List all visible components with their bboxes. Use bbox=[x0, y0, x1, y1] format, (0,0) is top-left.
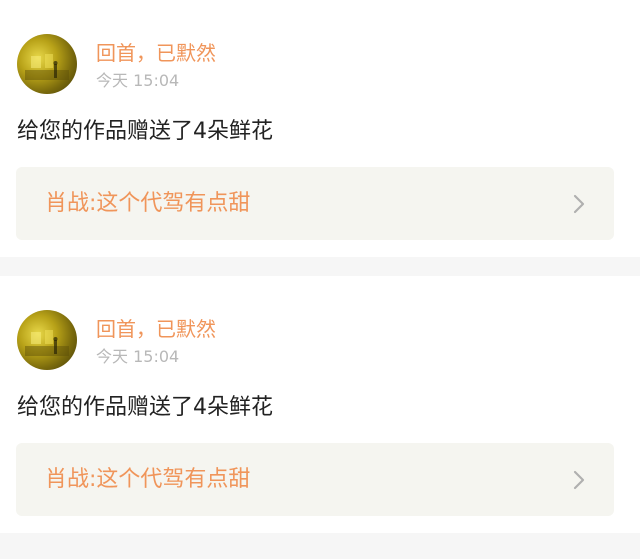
username[interactable]: 回首，已默然 bbox=[96, 40, 216, 66]
notification-card: 回首，已默然 今天 15:04 给您的作品赠送了4朵鲜花 肖战:这个代驾有点甜 bbox=[0, 0, 640, 257]
work-link[interactable]: 肖战:这个代驾有点甜 bbox=[16, 443, 614, 516]
notification-feed: 回首，已默然 今天 15:04 给您的作品赠送了4朵鲜花 肖战:这个代驾有点甜 … bbox=[0, 0, 640, 533]
avatar-image bbox=[25, 54, 69, 80]
notification-card: 回首，已默然 今天 15:04 给您的作品赠送了4朵鲜花 肖战:这个代驾有点甜 bbox=[0, 276, 640, 533]
username[interactable]: 回首，已默然 bbox=[96, 316, 216, 342]
avatar[interactable] bbox=[17, 310, 77, 370]
work-title: 肖战:这个代驾有点甜 bbox=[45, 467, 251, 492]
work-link[interactable]: 肖战:这个代驾有点甜 bbox=[16, 167, 614, 240]
chevron-right-icon bbox=[572, 193, 586, 215]
avatar-image bbox=[25, 330, 69, 356]
avatar[interactable] bbox=[17, 34, 77, 94]
chevron-right-icon bbox=[572, 469, 586, 491]
notification-message: 给您的作品赠送了4朵鲜花 bbox=[17, 119, 273, 144]
work-title: 肖战:这个代驾有点甜 bbox=[45, 191, 251, 216]
notification-message: 给您的作品赠送了4朵鲜花 bbox=[17, 395, 273, 420]
timestamp: 今天 15:04 bbox=[96, 71, 180, 90]
timestamp: 今天 15:04 bbox=[96, 347, 180, 366]
